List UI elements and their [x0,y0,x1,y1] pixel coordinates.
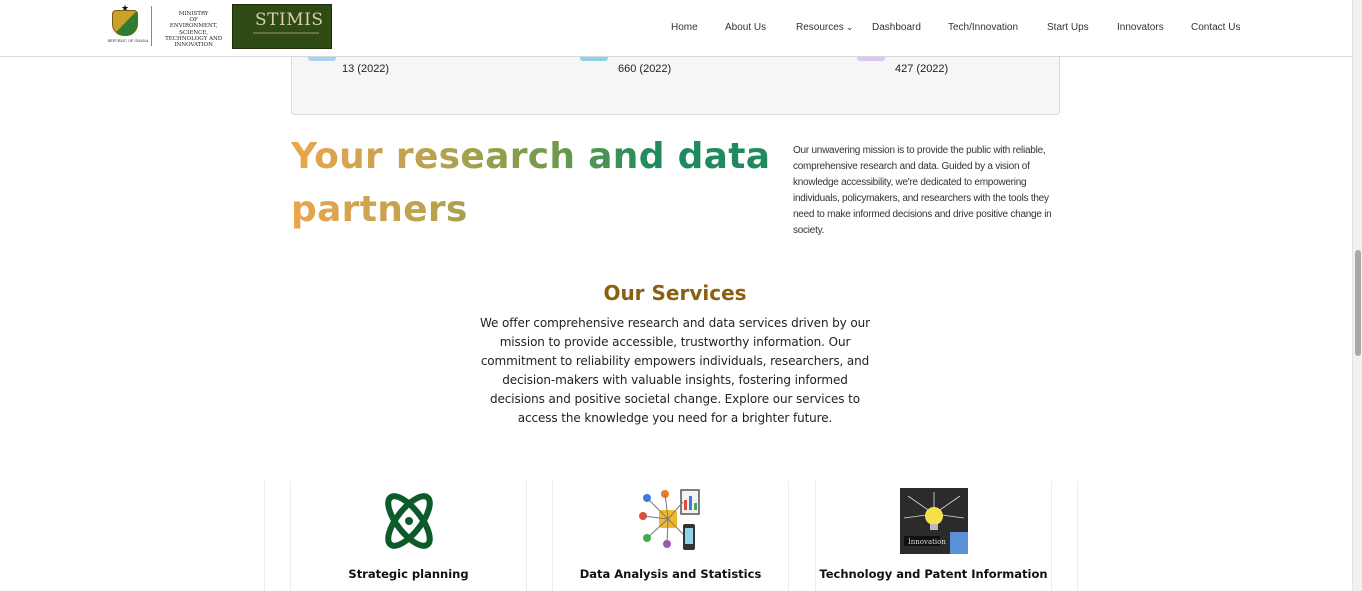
nav-tech-innovation[interactable]: Tech/Innovation [948,22,1018,33]
stat-value: 427 (2022) [895,63,949,75]
ministry-line: INNOVATION [174,42,213,49]
logo-divider [151,6,153,46]
carousel-edge [264,481,265,591]
stat-value: 13 (2022) [342,63,390,75]
services-title: Our Services [603,281,747,305]
nav-resources[interactable]: Resources ⌄ [796,22,853,33]
strategic-planning-icon [384,493,433,549]
data-analysis-icon [638,489,700,550]
ministry-name: MINISTRY OF ENVIRONMENT, SCIENCE, TECHNO… [155,4,232,48]
coat-caption: REPUBLIC OF GHANA [107,39,149,43]
service-card-label: Data Analysis and Statistics [579,567,762,581]
nav-about-us[interactable]: About Us [725,22,766,33]
nav-dashboard[interactable]: Dashboard [872,22,921,33]
services-description: We offer comprehensive research and data… [480,316,870,425]
svg-text:Innovation: Innovation [908,538,946,546]
hero-title: Your research and data partners [291,130,771,236]
stimis-tagline-line [253,32,319,34]
nav-resources-label: Resources [796,22,844,33]
stimis-logo[interactable]: STIMIS [232,4,332,49]
stimis-logo-title: STIMIS [255,10,324,30]
coat-of-arms-icon: ★ REPUBLIC OF GHANA [106,4,149,48]
innovation-icon: Innovation [899,488,968,554]
carousel-edge [1077,481,1078,591]
nav-home[interactable]: Home [671,22,698,33]
service-card-label: Strategic planning [348,567,469,581]
stat-value: 660 (2022) [618,63,672,75]
chevron-down-icon: ⌄ [845,22,854,32]
page-scrollbar[interactable] [1352,0,1362,591]
hero-description: Our unwavering mission is to provide the… [793,145,1052,236]
nav-start-ups[interactable]: Start Ups [1047,22,1089,33]
nav-innovators[interactable]: Innovators [1117,22,1164,33]
ministry-line: ENVIRONMENT, SCIENCE, [169,23,218,36]
shield-icon [112,10,138,36]
service-card-technology-patent[interactable]: Innovation Technology and Patent Informa… [815,481,1052,591]
service-card-strategic-planning[interactable]: Strategic planning [290,481,527,591]
service-card-label: Technology and Patent Information [819,567,1048,581]
service-card-data-analysis[interactable]: Data Analysis and Statistics [552,481,789,591]
scrollbar-thumb[interactable] [1355,250,1361,356]
nav-contact-us[interactable]: Contact Us [1191,22,1240,33]
ministry-logo[interactable]: ★ REPUBLIC OF GHANA MINISTRY OF ENVIRONM… [106,4,232,48]
site-header: ★ REPUBLIC OF GHANA MINISTRY OF ENVIRONM… [0,0,1352,57]
